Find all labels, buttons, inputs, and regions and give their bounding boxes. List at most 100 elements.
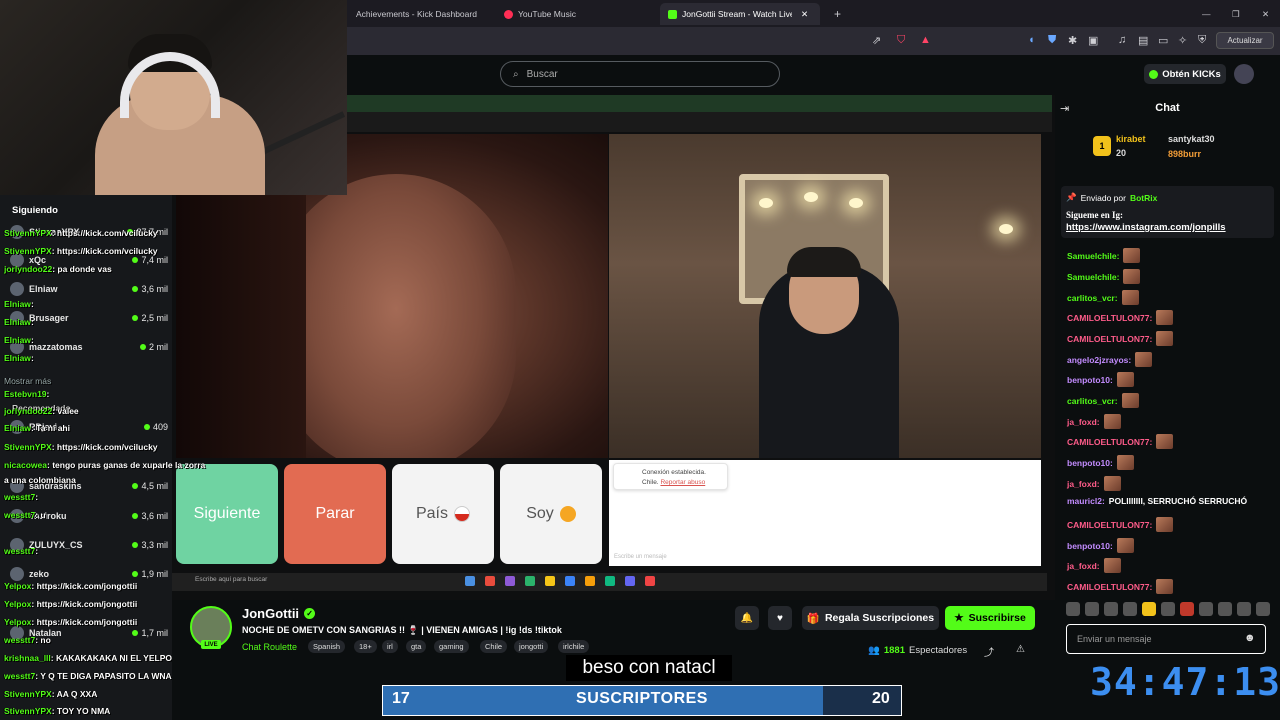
next-button[interactable]: Siguiente	[176, 464, 278, 564]
emote-bar[interactable]	[1066, 602, 1276, 618]
category-link[interactable]: Chat Roulette	[242, 642, 297, 652]
chat-message: carlitos_vcr:	[1067, 393, 1139, 408]
emote-icon	[1123, 248, 1141, 263]
tab-kick-dashboard[interactable]: Achievements - Kick Dashboard	[348, 3, 485, 25]
puzzle-icon[interactable]: ✱	[1068, 34, 1077, 47]
chat-title: Chat	[1155, 102, 1180, 114]
new-tab-button[interactable]: +	[826, 3, 849, 25]
chat-input[interactable]: Enviar un mensaje	[1066, 624, 1266, 654]
gift-subs-button[interactable]: 🎁 Regala Suscripciones	[802, 606, 939, 630]
ometv-window-urlbar	[347, 112, 1052, 132]
live-dot-icon	[132, 257, 139, 263]
chile-flag-icon	[454, 506, 470, 522]
overlay-chat-line: Elniaw:	[4, 335, 34, 345]
share-page-icon[interactable]: ⇗	[872, 34, 881, 47]
gifter-name[interactable]: kirabet	[1116, 134, 1146, 144]
overlay-chat-line: krishnaa_lll: KAKAKAKAKA NI EL YELPOX	[4, 653, 178, 663]
taskbar-app-icon	[625, 576, 635, 586]
vpn-icon[interactable]: ⛨	[1198, 34, 1206, 47]
verified-icon: ✓	[304, 608, 316, 619]
show-more-link[interactable]: Mostrar más	[4, 376, 51, 386]
wallet-icon[interactable]: ▭	[1158, 34, 1168, 47]
tag[interactable]: gta	[406, 640, 427, 653]
emote-icon	[1156, 579, 1174, 594]
overlay-chat-line: wesstt7: Y Q TE DIGA PAPASITO LA WNAA	[4, 671, 178, 681]
stop-button[interactable]: Parar	[284, 464, 386, 564]
alert-icon[interactable]: ▲	[920, 34, 931, 46]
live-dot-icon	[132, 571, 139, 577]
sidebar-item[interactable]: Elniaw 3,6 mil	[10, 281, 168, 297]
live-dot-icon	[132, 513, 139, 519]
leo-icon[interactable]: ✧	[1178, 34, 1187, 47]
emoji-picker-icon[interactable]: ☻	[1244, 632, 1256, 644]
extension-icon[interactable]: ◖	[1028, 34, 1035, 46]
emote-icon	[1218, 602, 1232, 616]
pin-icon: 📌	[1066, 192, 1077, 202]
notification-bell-icon[interactable]: 🔔	[735, 606, 759, 630]
sidebar-toggle-icon[interactable]: ▤	[1138, 34, 1148, 47]
search-input[interactable]: ⌕ Buscar	[500, 61, 780, 87]
get-kicks-button[interactable]: Obtén KICKs	[1144, 64, 1226, 84]
tag[interactable]: Spanish	[308, 640, 346, 653]
user-avatar[interactable]	[1234, 64, 1254, 84]
taskbar-app-icon	[605, 576, 615, 586]
close-tab-icon[interactable]: ✕	[801, 9, 808, 20]
close-window-icon[interactable]: ✕	[1254, 3, 1277, 25]
chat-message: Samuelchile:	[1067, 248, 1141, 263]
tag[interactable]: 18+	[354, 640, 377, 653]
streamer-name[interactable]: JonGottii ✓	[242, 606, 316, 621]
top-gifter-badge: 1	[1093, 136, 1111, 156]
emote-icon	[1116, 455, 1134, 470]
share-icon[interactable]: ⤴	[984, 644, 994, 659]
country-button[interactable]: País	[392, 464, 494, 564]
tag[interactable]: gaming	[434, 640, 469, 653]
chat-message: CAMILOELTULON77:	[1067, 331, 1174, 346]
overlay-chat-line: Yelpox: https://kick.com/jongottii	[4, 599, 138, 609]
brave-shield-icon[interactable]: ⛉	[897, 34, 905, 47]
taskbar-app-icon	[505, 576, 515, 586]
chat-message: CAMILOELTULON77:	[1067, 579, 1174, 594]
gifter-name[interactable]: santykat30	[1168, 134, 1215, 144]
viewer-count: 👥 1881 Espectadores	[868, 645, 968, 656]
ometv-message-input[interactable]: Escribe un mensaje	[614, 554, 667, 560]
overlay-chat-line: StivennYPX: AA Q XXA	[4, 689, 98, 699]
tab-youtube-music[interactable]: YouTube Music	[496, 3, 584, 25]
screenshot-icon[interactable]: ▣	[1088, 34, 1098, 47]
music-icon[interactable]: ♫	[1118, 34, 1126, 46]
boy-emoji-icon	[559, 506, 576, 522]
chat-message: benpoto10:	[1067, 538, 1134, 553]
gifter-value: 20	[1116, 148, 1127, 158]
sub-goal-label: SUSCRIPTORES	[576, 690, 708, 707]
tag[interactable]: jongotti	[514, 640, 549, 653]
following-title: Siguiendo	[12, 205, 58, 216]
overlay-chat-line: StivennYPX: https://kick.com/vcilucky	[4, 246, 158, 256]
emote-icon	[1161, 602, 1175, 616]
live-dot-icon	[132, 630, 139, 636]
chat-message: CAMILOELTULON77:	[1067, 517, 1174, 532]
report-abuse-link[interactable]: Reportar abuso	[660, 479, 705, 486]
overlay-chat-line: Elniaw: Ta ni ahi	[4, 423, 70, 433]
sidebar-item[interactable]: zeko 1,9 mil	[10, 566, 168, 582]
update-button[interactable]: Actualizar	[1216, 32, 1274, 49]
shield-extension-icon[interactable]: ⛊	[1048, 34, 1056, 47]
tag[interactable]: irl	[382, 640, 398, 653]
report-flag-icon[interactable]: ⚠	[1016, 644, 1025, 655]
pinned-link[interactable]: https://www.instagram.com/jonpills	[1066, 222, 1226, 233]
emote-icon	[1085, 602, 1099, 616]
overlay-chat-line: StivennYPX: TOY YO NMA	[4, 706, 111, 716]
maximize-icon[interactable]: ❐	[1224, 3, 1248, 25]
tab-jongottii-stream[interactable]: JonGottii Stream - Watch Live ✕	[660, 3, 820, 25]
gifter-name[interactable]: 898burr	[1168, 149, 1201, 159]
search-placeholder: Buscar	[526, 68, 558, 80]
emote-icon	[1121, 290, 1139, 305]
tag[interactable]: Chile	[480, 640, 508, 653]
subscribe-button[interactable]: ★ Suscribirse	[945, 606, 1035, 630]
tag[interactable]: irlchile	[558, 640, 590, 653]
minimize-icon[interactable]: —	[1194, 3, 1219, 25]
follow-heart-icon[interactable]: ♥	[768, 606, 792, 630]
emote-icon	[1123, 269, 1141, 284]
overlay-chat-line: wesstt7: u	[4, 510, 46, 520]
gender-button[interactable]: Soy	[500, 464, 602, 564]
tab-label: YouTube Music	[518, 9, 576, 19]
live-dot-icon	[132, 315, 139, 321]
